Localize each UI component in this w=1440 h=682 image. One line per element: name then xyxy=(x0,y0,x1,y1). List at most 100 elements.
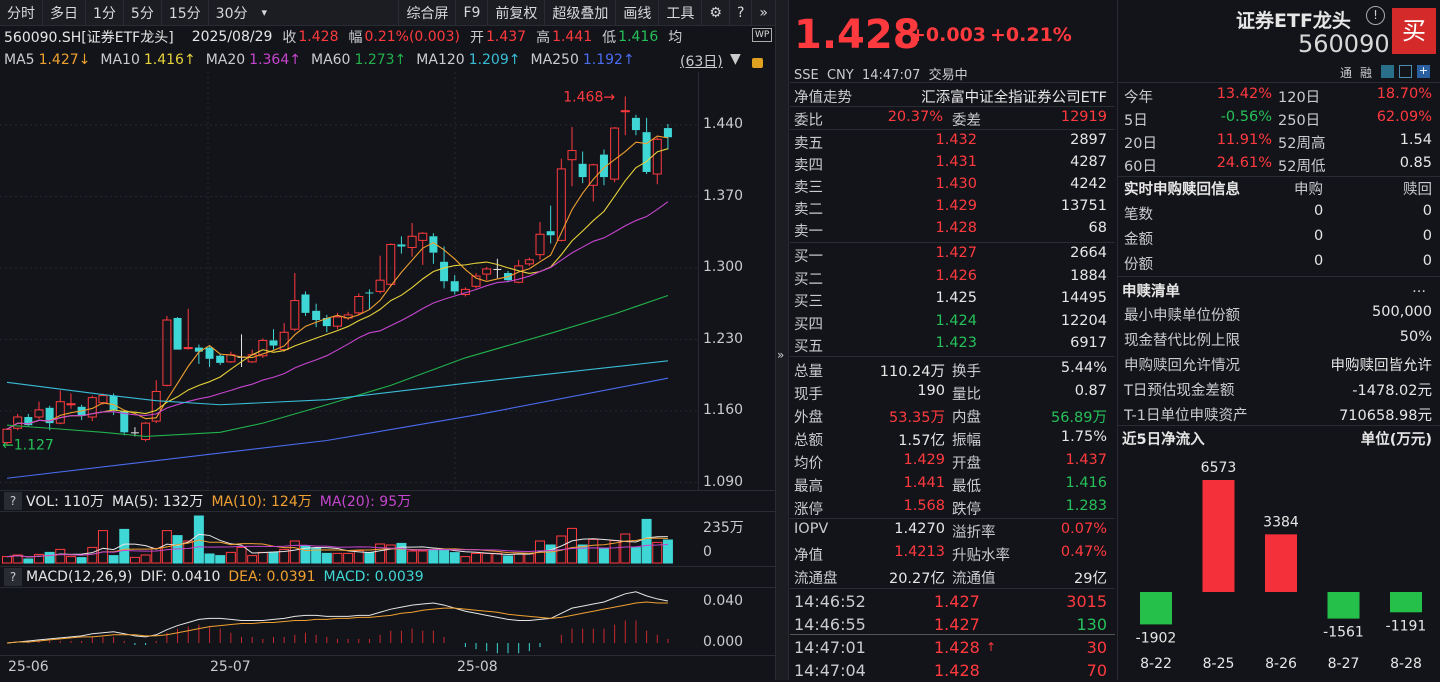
expand-icon[interactable]: » xyxy=(752,5,775,21)
volume-bar xyxy=(129,556,140,564)
ask-row[interactable]: 卖一 1.428 68 xyxy=(790,218,1115,241)
period-selector[interactable]: (63日) xyxy=(680,51,723,71)
unit-label: 单位(万元) xyxy=(1360,432,1432,448)
tab-30min[interactable]: 30分 xyxy=(209,3,255,23)
bid-row[interactable]: 买二 1.426 1884 xyxy=(790,266,1115,289)
volume-bar xyxy=(481,552,492,564)
overlay-button[interactable]: 超级叠加 xyxy=(545,3,615,23)
ask-volume: 13751 xyxy=(1060,198,1107,214)
price-tick: 1.440 xyxy=(703,116,744,132)
tab-multi-day[interactable]: 多日 xyxy=(43,3,85,23)
buy-button[interactable]: 买 xyxy=(1392,8,1436,54)
tick-time: 14:46:52 xyxy=(794,592,866,611)
alert-icon[interactable] xyxy=(1399,65,1412,78)
price-tick: 1.160 xyxy=(703,402,744,418)
inflow-value: 3384 xyxy=(1263,514,1299,530)
candle xyxy=(13,413,23,431)
stat-row: 外盘 53.35万 内盘 56.89万 xyxy=(790,404,1115,427)
info-icon[interactable]: ! xyxy=(1366,6,1385,25)
composite-screen-button[interactable]: 综合屏 xyxy=(399,3,455,23)
inflow-bar xyxy=(1390,592,1422,613)
bid-volume: 6917 xyxy=(1070,335,1107,351)
volume-bar xyxy=(439,548,450,564)
macd-value: MACD: 0.0039 xyxy=(323,569,424,585)
candle xyxy=(450,275,459,295)
help-icon[interactable]: ? xyxy=(730,5,751,21)
vol-ma10: MA(10): 124万 xyxy=(211,494,312,510)
candlestick-chart[interactable]: 1.468→ ←1.127 xyxy=(0,72,698,490)
ma-value: 1.273↑ xyxy=(354,52,407,68)
help-icon[interactable]: ? xyxy=(4,568,22,586)
margin-tag: 通 xyxy=(1340,66,1353,80)
lock-icon[interactable] xyxy=(752,58,763,68)
candle xyxy=(493,258,502,279)
row-value: 710658.98元 xyxy=(1339,408,1432,424)
bid-level: 买三 xyxy=(794,294,823,310)
volume-bar xyxy=(23,558,34,564)
tick-price: 1.427 xyxy=(934,592,980,611)
redeem-value: 0 xyxy=(1422,228,1432,244)
bid-row[interactable]: 买四 1.424 12204 xyxy=(790,311,1115,334)
weibi-value: 20.37% xyxy=(887,109,943,125)
macd-dea: DEA: 0.0391 xyxy=(228,569,316,585)
volume-bar xyxy=(87,546,98,564)
candle xyxy=(546,205,555,244)
tick-row: 14:46:55 1.427 130 xyxy=(790,613,1115,636)
help-icon[interactable]: ? xyxy=(4,492,22,510)
candle xyxy=(45,405,54,431)
f9-button[interactable]: F9 xyxy=(456,5,487,21)
ask-row[interactable]: 卖二 1.429 13751 xyxy=(790,196,1115,219)
macd-chart[interactable] xyxy=(0,589,698,655)
edit-icon[interactable] xyxy=(1381,65,1394,78)
column-header: 赎回 xyxy=(1403,182,1432,198)
more-button[interactable]: ... xyxy=(1412,280,1426,296)
stat-value: 110.24万 xyxy=(879,364,945,380)
weibi-label: 委比 xyxy=(794,113,823,129)
candle xyxy=(375,255,385,294)
candle xyxy=(567,127,577,187)
add-icon[interactable]: + xyxy=(1417,65,1430,78)
ma-value: 1.192↑ xyxy=(582,52,635,68)
nav-trend-row[interactable]: 净值走势 汇添富中证全指证券公司ETF xyxy=(790,84,1115,107)
gear-icon[interactable]: ⚙ xyxy=(702,5,729,21)
ask-row[interactable]: 卖三 1.430 4242 xyxy=(790,174,1115,197)
stat-value: 53.35万 xyxy=(888,410,945,426)
tick-row: 14:47:01 1.428 ↑ 30 xyxy=(790,636,1115,659)
tab-intraday[interactable]: 分时 xyxy=(0,3,42,23)
more-periods-dropdown[interactable]: ▾ xyxy=(255,6,275,19)
volume-bar xyxy=(321,552,332,564)
close-value: 1.428 xyxy=(298,29,339,45)
column-header: 申购 xyxy=(1294,182,1323,198)
low-value: 1.416 xyxy=(618,29,659,45)
weibi-row: 委比 20.37% 委差 12919 xyxy=(790,107,1115,130)
forward-adjust-button[interactable]: 前复权 xyxy=(488,3,544,23)
tab-1min[interactable]: 1分 xyxy=(86,3,123,23)
draw-button[interactable]: 画线 xyxy=(616,3,658,23)
bid-row[interactable]: 买一 1.427 2664 xyxy=(790,243,1115,266)
row-label: 最小申赎单位份额 xyxy=(1124,308,1240,324)
tools-button[interactable]: 工具 xyxy=(659,3,701,23)
ask-row[interactable]: 卖四 1.431 4287 xyxy=(790,152,1115,175)
inflow-date: 8-26 xyxy=(1265,656,1297,672)
ask-level: 卖五 xyxy=(794,136,823,152)
tab-5min[interactable]: 5分 xyxy=(124,3,161,23)
creation-row: 金额 0 0 xyxy=(1118,226,1440,249)
inflow-value: 6573 xyxy=(1201,460,1237,476)
stat-label: IOPV xyxy=(794,521,829,537)
candle xyxy=(429,233,438,264)
stat-label: 开盘 xyxy=(952,456,981,472)
period-return: 11.91% xyxy=(1216,132,1272,148)
ask-row[interactable]: 卖五 1.432 2897 xyxy=(790,130,1115,153)
tab-15min[interactable]: 15分 xyxy=(162,3,208,23)
dropdown-triangle-icon[interactable]: ▼ xyxy=(730,51,741,67)
wp-icon[interactable]: WP xyxy=(752,28,773,42)
bid-row[interactable]: 买五 1.423 6917 xyxy=(790,333,1115,356)
bid-row[interactable]: 买三 1.425 14495 xyxy=(790,288,1115,311)
panel-splitter[interactable]: » xyxy=(775,0,789,680)
up-arrow-icon: ↑ xyxy=(986,640,997,654)
ask-price: 1.432 xyxy=(935,132,977,148)
ask-volume: 4287 xyxy=(1070,154,1107,170)
tick-volume: 70 xyxy=(1086,661,1107,680)
volume-chart[interactable] xyxy=(0,513,698,565)
collapse-arrow-icon[interactable]: » xyxy=(777,348,784,362)
